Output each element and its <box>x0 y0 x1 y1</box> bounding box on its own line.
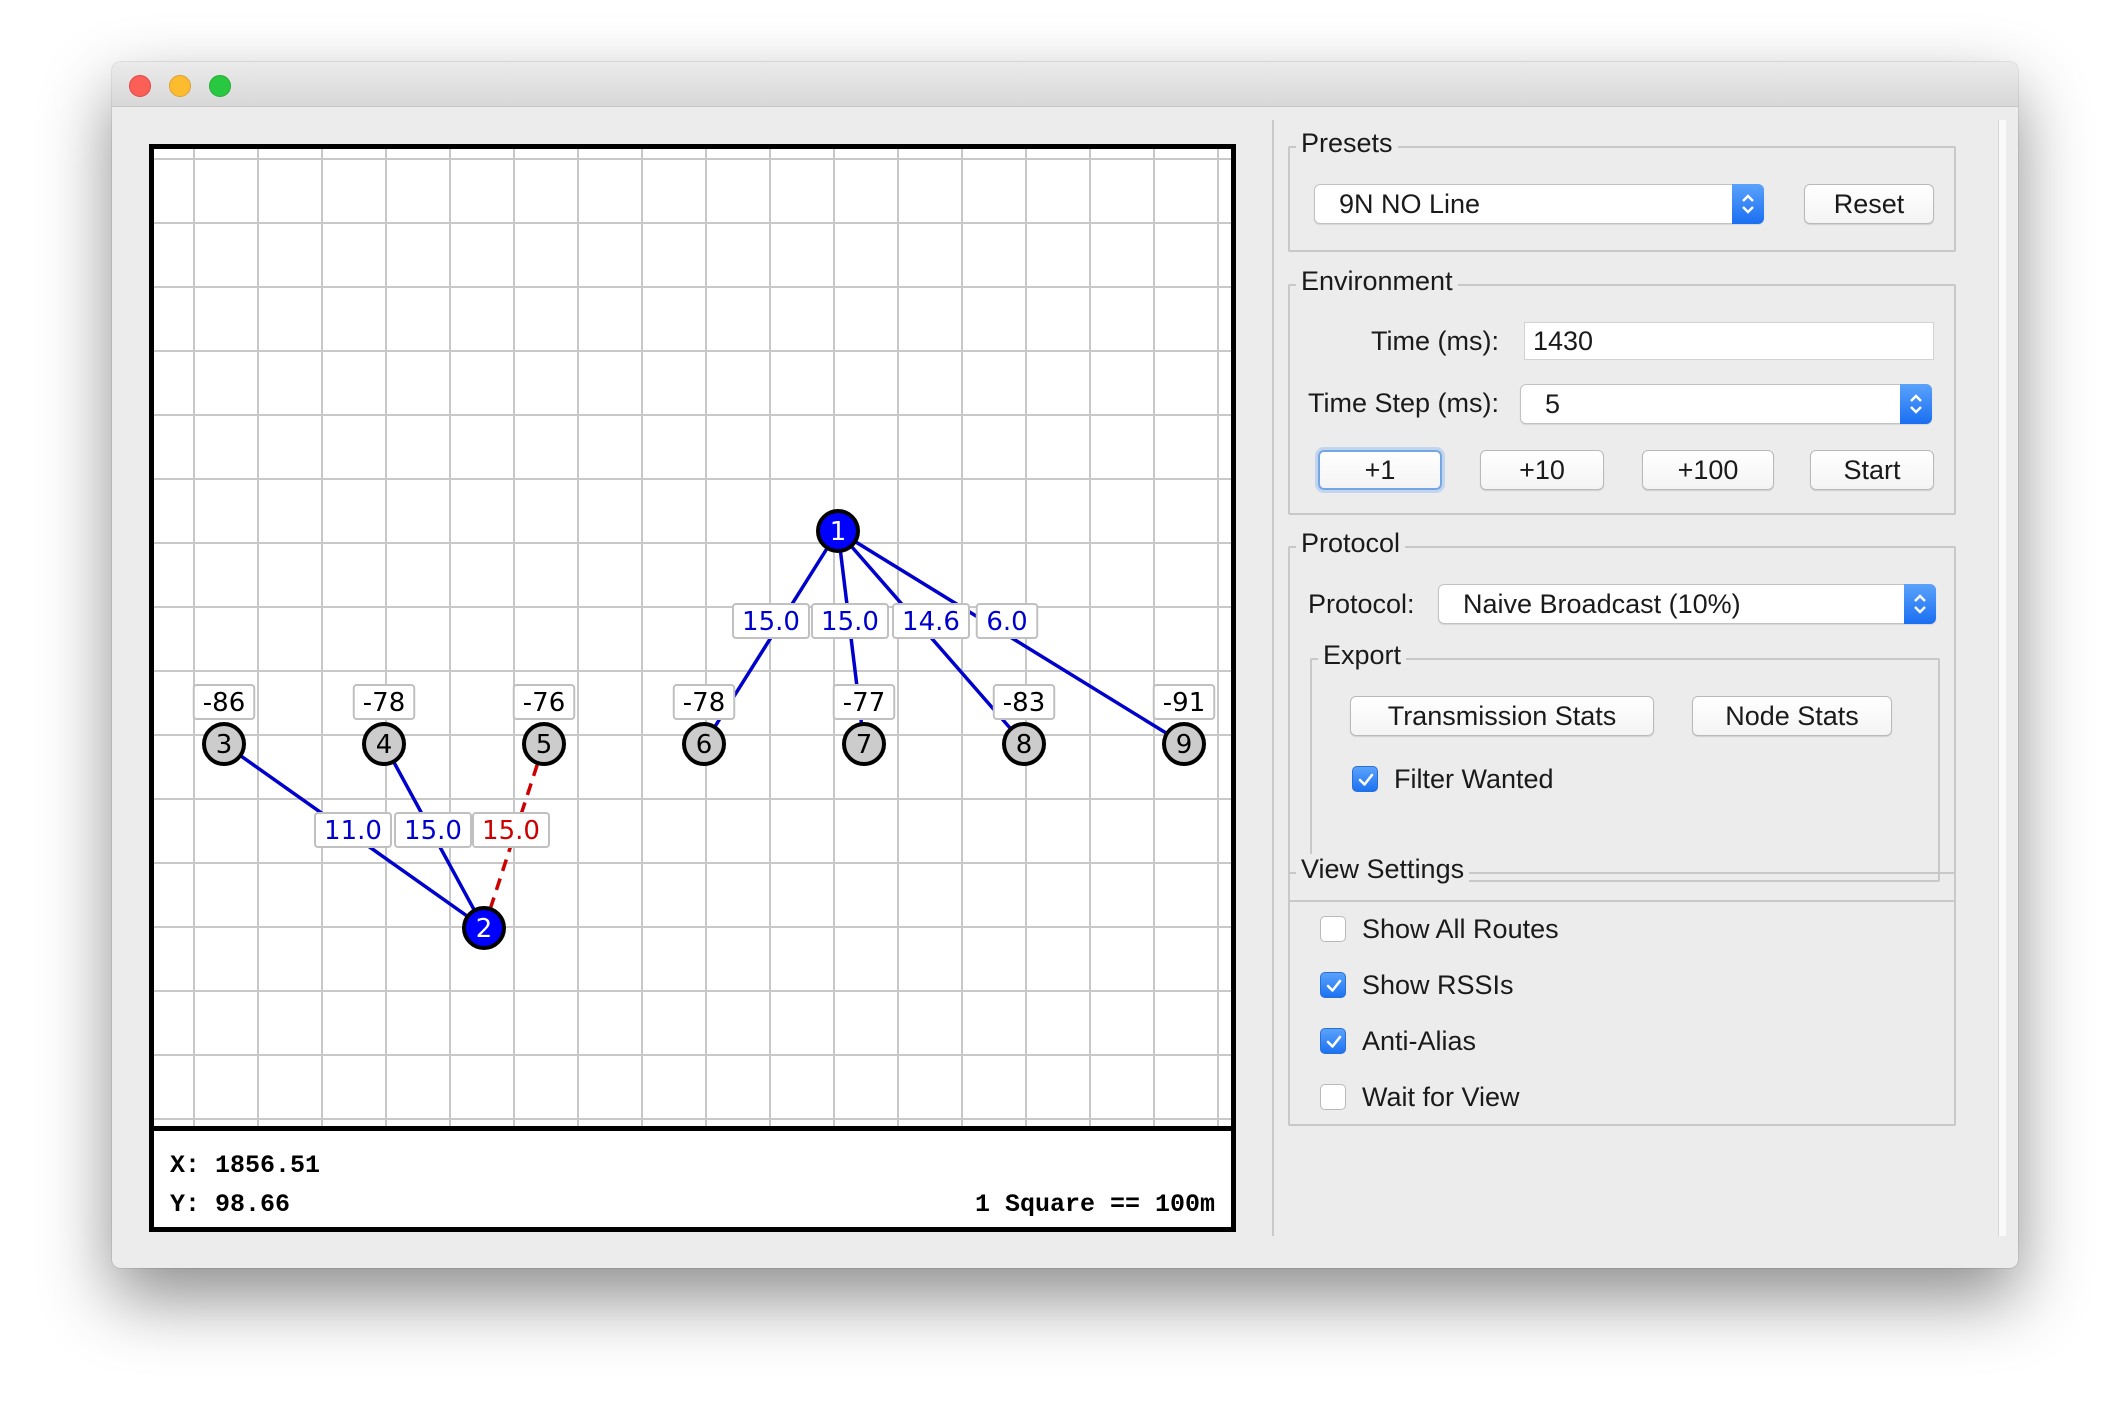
presets-selected-value: 9N NO Line <box>1339 189 1481 219</box>
panel-scrollbar-track[interactable] <box>1998 120 2006 1236</box>
view-settings-title: View Settings <box>1296 854 1470 885</box>
node-id-label: 1 <box>830 517 847 547</box>
simulation-view[interactable]: 15.0 15.0 14.6 6.0 11.0 15.0 15.0 1 2 -86 3 -78 4 -7… <box>149 144 1236 1232</box>
filter-wanted-label[interactable]: Filter Wanted <box>1394 764 1554 795</box>
zoom-window-button[interactable] <box>209 75 231 97</box>
app-window: 15.0 15.0 14.6 6.0 11.0 15.0 15.0 1 2 -86 3 -78 4 -7… <box>112 62 2018 1268</box>
cursor-x-readout: X: 1856.51 <box>170 1151 321 1180</box>
presets-title: Presets <box>1296 128 1398 159</box>
protocol-label: Protocol: <box>1308 589 1415 619</box>
wait-for-view-label[interactable]: Wait for View <box>1362 1082 1520 1113</box>
node-id-label: 9 <box>1176 730 1193 760</box>
node-stats-button[interactable]: Node Stats <box>1692 696 1892 736</box>
reset-button[interactable]: Reset <box>1804 184 1934 224</box>
select-stepper-icon <box>1904 584 1936 624</box>
protocol-select[interactable]: Naive Broadcast (10%) <box>1438 584 1936 624</box>
step-plus-10-button[interactable]: +10 <box>1480 450 1604 490</box>
time-step-value: 5 <box>1545 389 1561 419</box>
link-label: 11.0 <box>324 816 382 846</box>
link-labels-layer: 15.0 15.0 14.6 6.0 11.0 15.0 15.0 <box>314 603 1039 848</box>
grid <box>154 149 1231 1126</box>
cursor-y-readout: Y: 98.66 <box>170 1190 291 1219</box>
time-step-label: Time Step (ms): <box>1308 388 1500 418</box>
link-label: 15.0 <box>821 607 879 637</box>
rssi-label: -91 <box>1163 688 1205 718</box>
minimize-window-button[interactable] <box>169 75 191 97</box>
coordinate-bar: X: 1856.51 Y: 98.66 1 Square == 100m <box>154 1126 1231 1227</box>
checkmark-icon <box>1326 1035 1342 1048</box>
rssi-label: -78 <box>363 688 405 718</box>
node-id-label: 8 <box>1016 730 1033 760</box>
node-id-label: 2 <box>476 914 493 944</box>
environment-title: Environment <box>1296 266 1458 297</box>
link-label: 6.0 <box>986 607 1027 637</box>
step-plus-1-button[interactable]: +1 <box>1318 450 1442 490</box>
rssi-label: -77 <box>843 688 885 718</box>
title-bar <box>112 62 2018 107</box>
link-label: 15.0 <box>482 816 540 846</box>
node-id-label: 6 <box>696 730 713 760</box>
link-label: 15.0 <box>742 607 800 637</box>
rssi-label: -76 <box>523 688 565 718</box>
node-id-label: 4 <box>376 730 393 760</box>
anti-alias-checkbox[interactable] <box>1320 1028 1346 1054</box>
node-id-label: 3 <box>216 730 233 760</box>
protocol-selected-value: Naive Broadcast (10%) <box>1463 589 1741 619</box>
rssi-label: -83 <box>1003 688 1045 718</box>
wait-for-view-checkbox[interactable] <box>1320 1084 1346 1110</box>
scale-legend: 1 Square == 100m <box>974 1190 1215 1219</box>
show-rssis-label[interactable]: Show RSSIs <box>1362 970 1514 1001</box>
time-input[interactable]: 1430 <box>1524 322 1934 360</box>
time-label: Time (ms): <box>1371 326 1499 356</box>
panel-divider[interactable] <box>1272 120 1274 1236</box>
nodes-layer: 1 2 -86 3 -78 4 -76 5 -78 6 -77 7 -83 8 -91 9 <box>192 509 1216 950</box>
network-canvas[interactable]: 15.0 15.0 14.6 6.0 11.0 15.0 15.0 1 2 -86 3 -78 4 -7… <box>154 149 1231 1126</box>
select-stepper-icon <box>1732 184 1764 224</box>
time-step-select[interactable]: 5 <box>1520 384 1932 424</box>
node-id-label: 5 <box>536 730 553 760</box>
show-rssis-checkbox[interactable] <box>1320 972 1346 998</box>
show-all-routes-label[interactable]: Show All Routes <box>1362 914 1559 945</box>
link-label: 15.0 <box>404 816 462 846</box>
start-button[interactable]: Start <box>1810 450 1934 490</box>
step-plus-100-button[interactable]: +100 <box>1642 450 1774 490</box>
protocol-title: Protocol <box>1296 528 1406 559</box>
select-stepper-icon <box>1900 384 1932 424</box>
anti-alias-label[interactable]: Anti-Alias <box>1362 1026 1476 1057</box>
checkmark-icon <box>1358 773 1374 786</box>
checkmark-icon <box>1326 979 1342 992</box>
close-window-button[interactable] <box>129 75 151 97</box>
transmission-stats-button[interactable]: Transmission Stats <box>1350 696 1654 736</box>
link-label: 14.6 <box>902 607 960 637</box>
filter-wanted-checkbox[interactable] <box>1352 766 1378 792</box>
rssi-label: -78 <box>683 688 725 718</box>
presets-select[interactable]: 9N NO Line <box>1314 184 1764 224</box>
rssi-label: -86 <box>203 688 245 718</box>
show-all-routes-checkbox[interactable] <box>1320 916 1346 942</box>
node-id-label: 7 <box>856 730 873 760</box>
export-title: Export <box>1318 640 1407 671</box>
